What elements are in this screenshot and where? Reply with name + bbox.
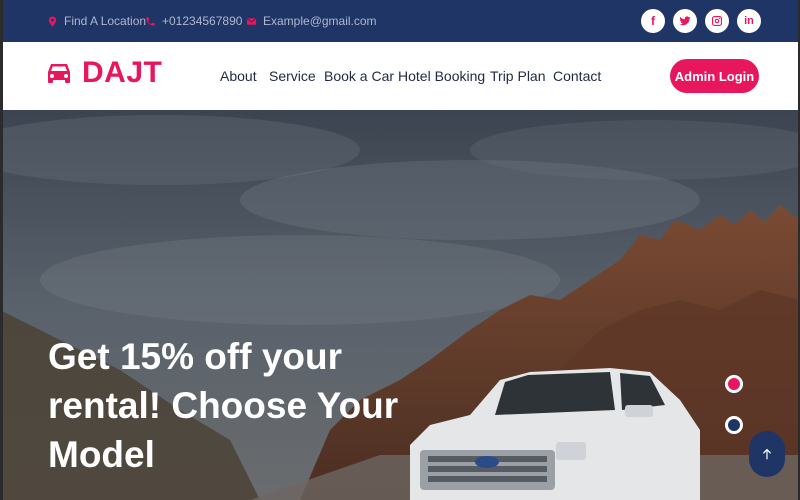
linkedin-link[interactable]: in <box>737 9 761 33</box>
twitter-link[interactable] <box>673 9 697 33</box>
admin-login-button[interactable]: Admin Login <box>670 59 759 93</box>
facebook-link[interactable]: f <box>641 9 665 33</box>
back-to-top-button[interactable] <box>749 431 785 477</box>
carousel-indicator-2[interactable] <box>725 416 743 434</box>
email-text: Example@gmail.com <box>263 14 377 28</box>
hero-carousel: Get 15% off your rental! Choose Your Mod… <box>0 110 800 500</box>
nav-book-car[interactable]: Book a Car <box>324 68 394 84</box>
facebook-icon: f <box>651 14 655 28</box>
main-navbar: DAJT About Service Book a Car Hotel Book… <box>0 42 800 110</box>
location-text: Find A Location <box>64 14 147 28</box>
nav-hotel-booking[interactable]: Hotel Booking <box>398 68 485 84</box>
map-pin-icon <box>48 15 57 27</box>
brand-logo[interactable]: DAJT <box>46 56 162 90</box>
phone-icon <box>146 16 155 26</box>
brand-name: DAJT <box>82 56 163 89</box>
car-icon <box>48 64 70 83</box>
nav-about[interactable]: About <box>220 68 257 84</box>
arrow-up-icon <box>762 448 772 460</box>
linkedin-icon: in <box>744 15 754 27</box>
nav-trip-plan[interactable]: Trip Plan <box>490 68 546 84</box>
nav-contact[interactable]: Contact <box>553 68 601 84</box>
twitter-icon <box>679 16 691 26</box>
location-info[interactable]: Find A Location <box>47 0 146 42</box>
email-info[interactable]: Example@gmail.com <box>246 0 377 42</box>
envelope-icon <box>246 17 257 25</box>
nav-service[interactable]: Service <box>269 68 316 84</box>
carousel-indicator-1[interactable] <box>725 375 743 393</box>
top-info-bar: Find A Location +01234567890 Example@gma… <box>0 0 800 42</box>
instagram-icon <box>712 16 722 26</box>
hero-title: Get 15% off your rental! Choose Your Mod… <box>48 336 399 475</box>
phone-text: +01234567890 <box>162 14 243 28</box>
instagram-link[interactable] <box>705 9 729 33</box>
phone-info[interactable]: +01234567890 <box>145 0 242 42</box>
